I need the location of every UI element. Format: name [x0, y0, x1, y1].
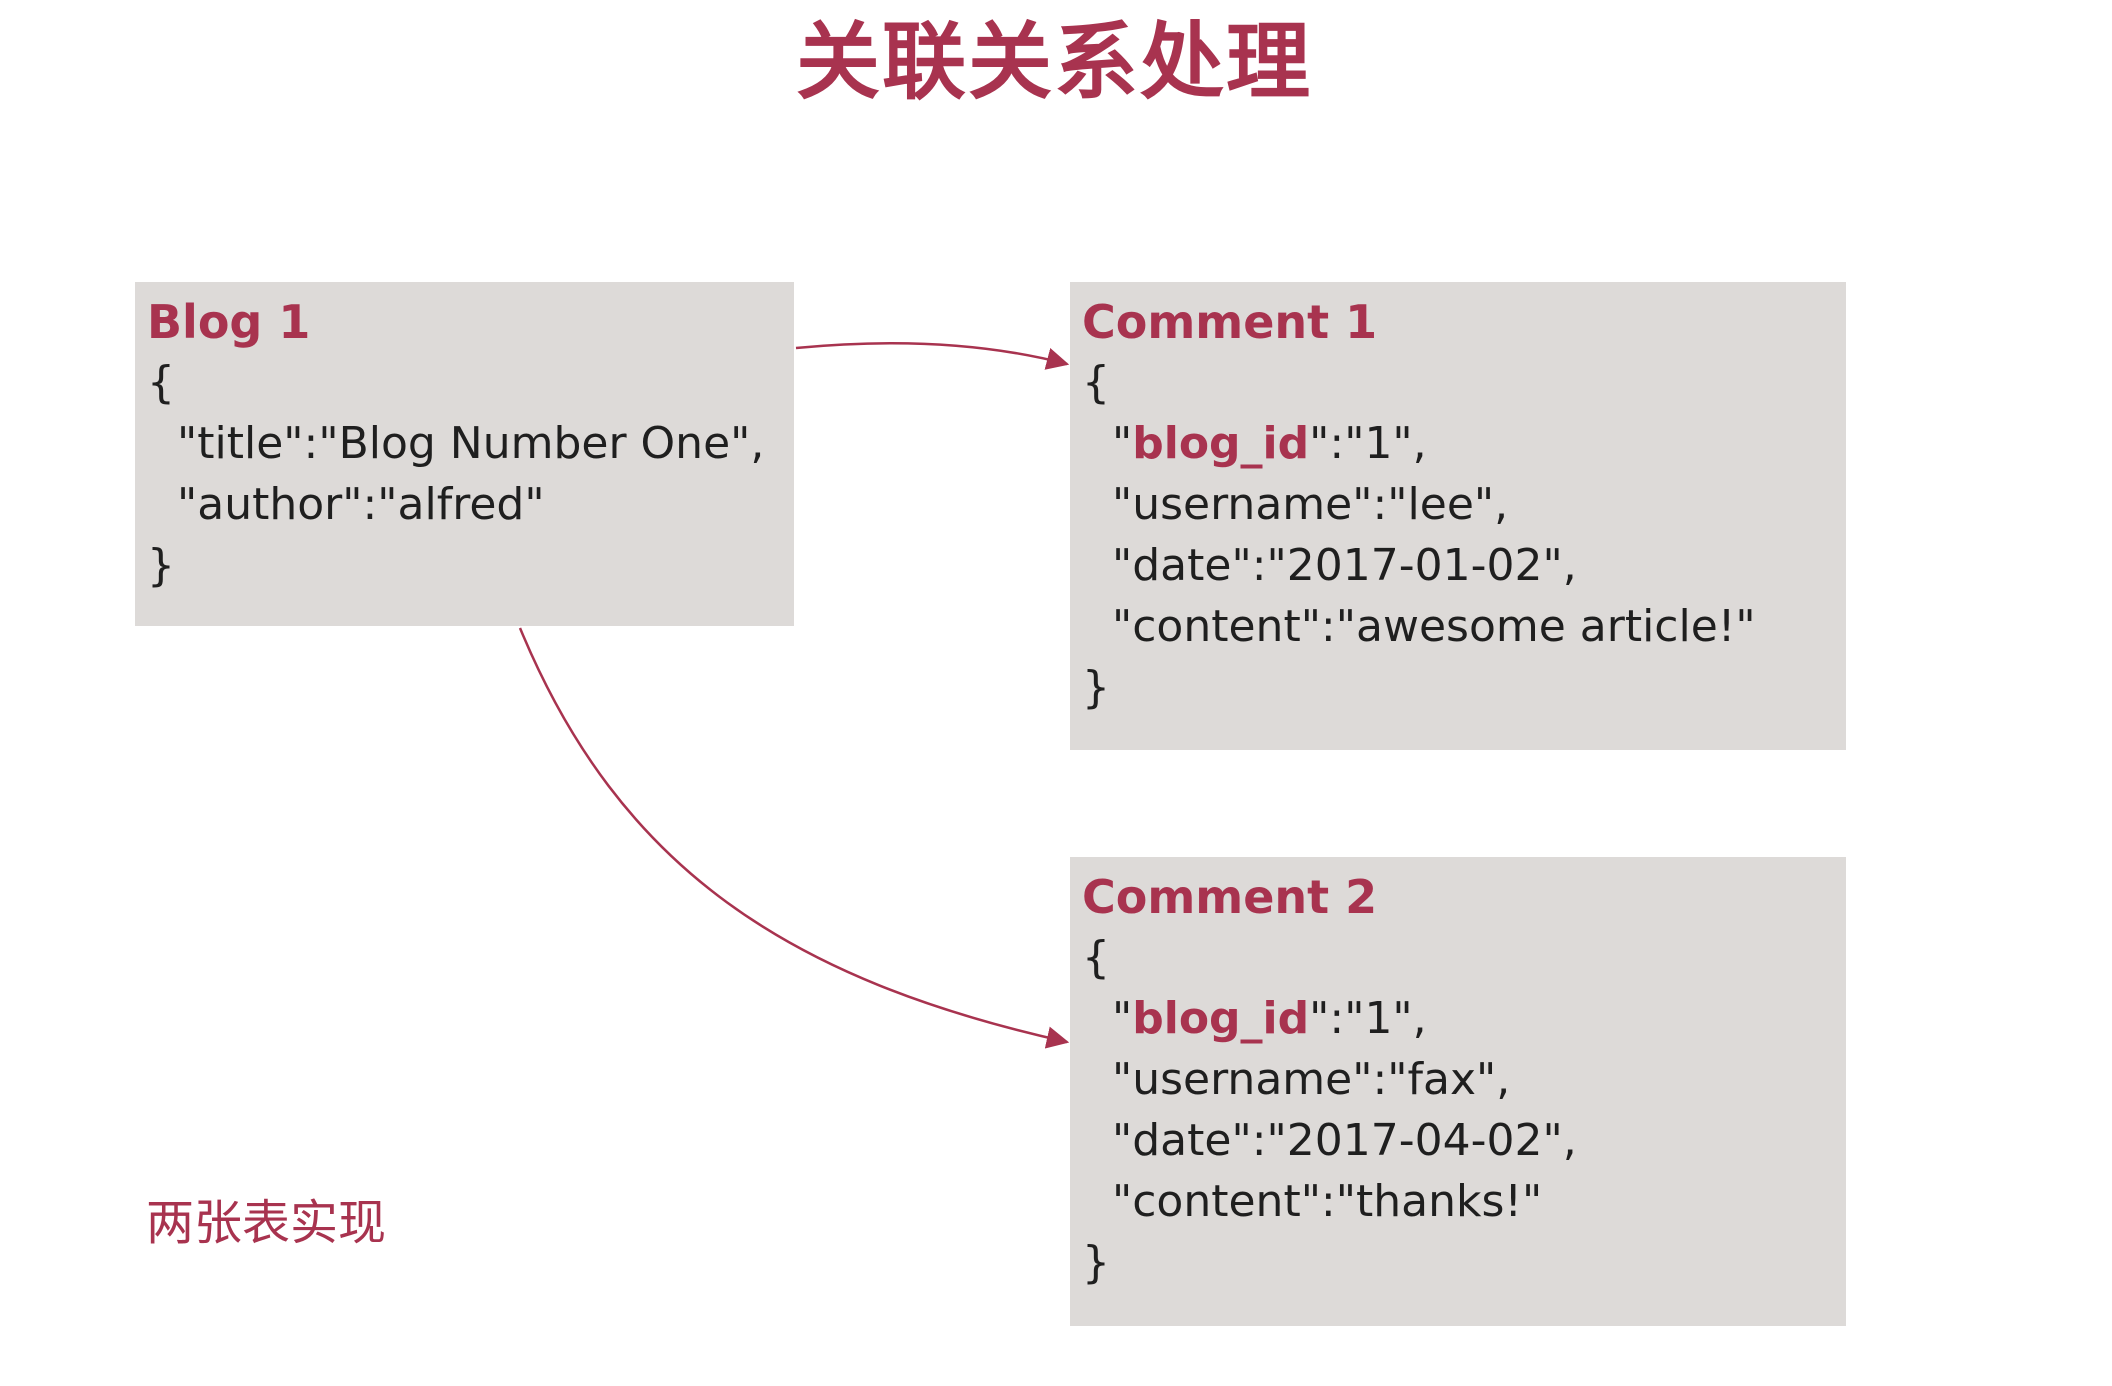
comment-1-line-blog-id: "blog_id":"1", [1082, 413, 1846, 474]
comment-2-line-date: "date":"2017-04-02", [1112, 1115, 1577, 1166]
comment-1-blog-id-key: blog_id [1132, 418, 1310, 469]
comment-2-close-brace: } [1082, 1237, 1110, 1288]
comment-1-title: Comment 1 [1082, 295, 1378, 349]
comment-2-line-username: "username":"fax", [1112, 1054, 1511, 1105]
arrow-blog-to-comment-1 [795, 342, 1070, 370]
comment-2-open-brace: { [1082, 932, 1110, 983]
arrow-blog-to-comment-2 [518, 627, 1070, 1049]
blog-box-title: Blog 1 [147, 295, 311, 349]
blog-open-brace: { [147, 357, 175, 408]
comment-1-line-username: "username":"lee", [1112, 479, 1509, 530]
comment-2-blog-id-value: ":"1", [1309, 993, 1427, 1044]
blog-box: Blog 1 { "title":"Blog Number One", "aut… [135, 282, 794, 626]
comment-1-blog-id-value: ":"1", [1309, 418, 1427, 469]
comment-1-close-brace: } [1082, 662, 1110, 713]
comment-2-blog-id-key: blog_id [1132, 993, 1310, 1044]
comment-2-key-quote: " [1112, 993, 1133, 1044]
footnote-two-tables: 两张表实现 [146, 1195, 387, 1251]
blog-line-author: "author":"alfred" [177, 479, 545, 530]
comment-1-line-content: "content":"awesome article!" [1112, 601, 1756, 652]
page-title-text: 关联关系处理 [795, 13, 1312, 111]
comment-2-line-content: "content":"thanks!" [1112, 1176, 1543, 1227]
blog-close-brace: } [147, 540, 175, 591]
comment-2-line-blog-id: "blog_id":"1", [1082, 988, 1846, 1049]
page-title: 关联关系处理 [0, 14, 2112, 110]
comment-1-box: Comment 1 { "blog_id":"1", "username":"l… [1070, 282, 1846, 750]
comment-2-box: Comment 2 { "blog_id":"1", "username":"f… [1070, 857, 1846, 1326]
comment-1-line-date: "date":"2017-01-02", [1112, 540, 1577, 591]
blog-line-title: "title":"Blog Number One", [177, 418, 765, 469]
comment-1-open-brace: { [1082, 357, 1110, 408]
comment-2-title: Comment 2 [1082, 870, 1378, 924]
comment-1-key-quote: " [1112, 418, 1133, 469]
